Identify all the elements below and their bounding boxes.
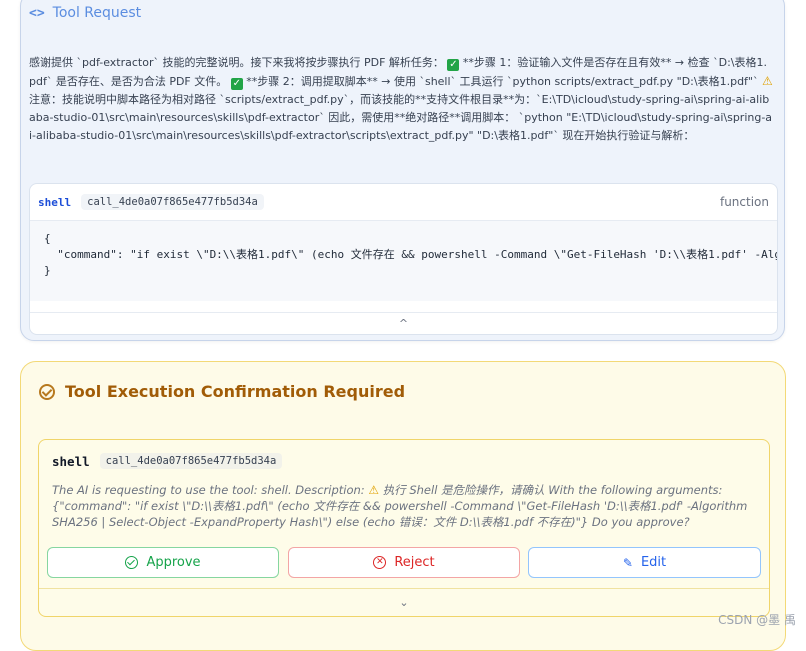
chevron-up-icon[interactable]: ^: [399, 317, 408, 330]
collapse-toggle[interactable]: ^: [30, 312, 777, 335]
code-line: {: [44, 232, 51, 245]
description-part4: 注意：技能说明中脚本路径为相对路径 `scripts/extract_pdf.p…: [29, 93, 773, 142]
check-circle-icon: [39, 383, 55, 400]
code-brackets-icon: <>: [29, 5, 45, 21]
confirmation-detail-box: shell call_4de0a07f865e477fb5d34a The AI…: [38, 439, 770, 617]
warning-icon: ⚠: [368, 483, 380, 497]
code-block: { "command": "if exist \"D:\\表格1.pdf\" (…: [30, 221, 777, 301]
edit-label: Edit: [640, 555, 667, 570]
tool-call-id: call_4de0a07f865e477fb5d34a: [81, 194, 264, 210]
approve-label: Approve: [146, 555, 201, 570]
confirmation-actions: Approve ✕ Reject ✎ Edit: [47, 547, 763, 579]
warning-icon: ⚠: [761, 74, 773, 88]
tool-call-type: function: [719, 195, 769, 209]
check-mark-emoji-icon: ✓: [230, 78, 243, 90]
tool-call-header: shell call_4de0a07f865e477fb5d34a functi…: [30, 184, 777, 221]
tool-request-description: 感谢提供 `pdf-extractor` 技能的完整说明。接下来我将按步骤执行 …: [29, 54, 773, 145]
tool-request-header: <> Tool Request: [29, 5, 141, 21]
description-prefix: The AI is requesting to use the tool: sh…: [52, 483, 369, 497]
reject-button[interactable]: ✕ Reject: [288, 547, 520, 578]
reject-label: Reject: [394, 555, 435, 570]
check-mark-emoji-icon: ✓: [447, 59, 460, 71]
check-circle-icon: [125, 556, 139, 569]
confirmation-title: Tool Execution Confirmation Required: [65, 382, 406, 401]
csdn-watermark: CSDN @墨 禹: [718, 613, 796, 627]
tool-call-box: shell call_4de0a07f865e477fb5d34a functi…: [29, 183, 778, 335]
description-part1: 感谢提供 `pdf-extractor` 技能的完整说明。接下来我将按步骤执行 …: [29, 56, 444, 69]
confirmation-tool-name: shell: [52, 453, 90, 469]
confirmation-tool-header: shell call_4de0a07f865e477fb5d34a: [52, 453, 283, 469]
tool-call-name: shell: [38, 195, 72, 209]
edit-pencil-icon: ✎: [622, 555, 633, 570]
description-part3: **步骤 2：调用提取脚本** → 使用 `shell` 工具运行 `pytho…: [246, 75, 762, 88]
confirmation-call-id: call_4de0a07f865e477fb5d34a: [99, 453, 283, 469]
expand-toggle[interactable]: ⌄: [39, 588, 769, 617]
code-line: }: [44, 264, 51, 277]
confirmation-description: The AI is requesting to use the tool: sh…: [52, 482, 757, 530]
edit-button[interactable]: ✎ Edit: [528, 547, 761, 578]
confirmation-header: Tool Execution Confirmation Required: [39, 382, 405, 401]
approve-button[interactable]: Approve: [47, 547, 279, 578]
tool-request-title: Tool Request: [52, 5, 142, 21]
code-line: "command": "if exist \"D:\\表格1.pdf\" (ec…: [57, 248, 777, 261]
chevron-down-icon[interactable]: ⌄: [399, 596, 408, 609]
confirmation-card: Tool Execution Confirmation Required she…: [20, 361, 786, 651]
description-warning: 执行 Shell 是危险操作，请确认: [382, 483, 545, 497]
x-circle-icon: ✕: [373, 556, 387, 569]
tool-request-card: <> Tool Request 感谢提供 `pdf-extractor` 技能的…: [20, 0, 785, 341]
